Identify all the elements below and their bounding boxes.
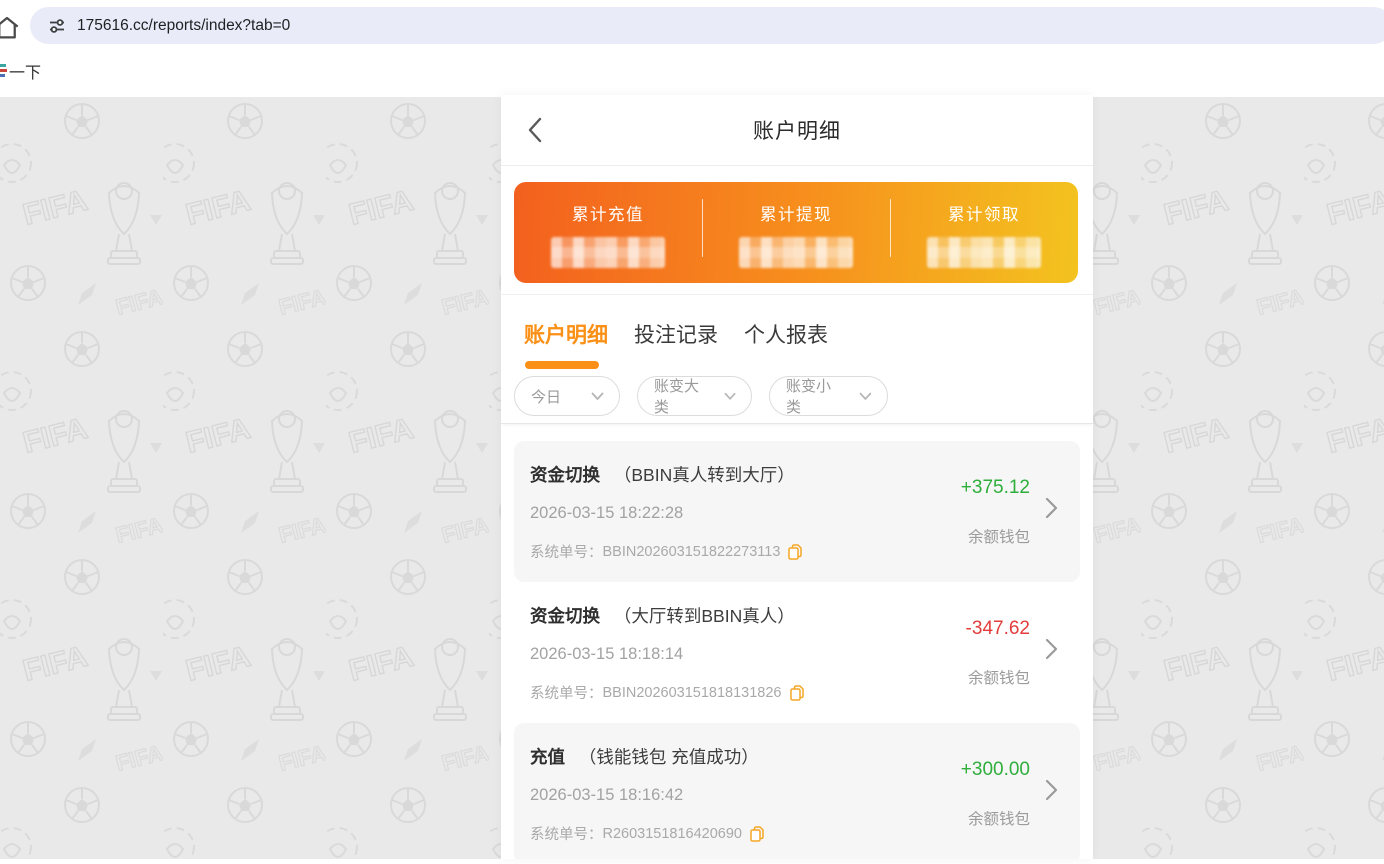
transaction-detail: （大厅转到BBIN真人） xyxy=(614,606,795,626)
stat-label: 累计领取 xyxy=(948,201,1020,225)
tabs-row: 账户明细 投注记录 个人报表 xyxy=(524,319,828,349)
copy-icon xyxy=(750,826,764,842)
chevron-down-icon xyxy=(859,392,872,401)
order-number: R2603151816420690 xyxy=(603,826,743,842)
order-number: BBIN202603151818131826 xyxy=(603,685,782,701)
transaction-title: 充值 （钱能钱包 充值成功） xyxy=(530,744,759,769)
filter-major-category-dropdown[interactable]: 账变大类 xyxy=(637,376,752,416)
transaction-type: 资金切换 xyxy=(530,465,600,485)
url-text[interactable]: 175616.cc/reports/index?tab=0 xyxy=(77,17,290,35)
transaction-row[interactable]: 充值 （钱能钱包 充值成功） 2026-03-15 18:16:42 系统单号：… xyxy=(514,723,1080,859)
transaction-wallet: 余额钱包 xyxy=(968,666,1030,688)
address-bar[interactable]: 175616.cc/reports/index?tab=0 xyxy=(30,7,1384,44)
transaction-title: 资金切换 （BBIN真人转到大厅） xyxy=(530,462,795,487)
totals-card: 累计充值 累计提现 累计领取 xyxy=(514,182,1078,283)
transaction-datetime: 2026-03-15 18:18:14 xyxy=(530,645,683,664)
chevron-right-icon xyxy=(1045,496,1058,520)
transaction-amount: +375.12 xyxy=(961,477,1030,499)
masked-value xyxy=(927,237,1041,268)
chevron-down-icon xyxy=(591,392,604,401)
order-label: 系统单号： xyxy=(530,682,603,703)
transaction-wallet: 余额钱包 xyxy=(968,807,1030,829)
copy-icon xyxy=(788,544,802,560)
filter-label: 账变小类 xyxy=(786,375,845,417)
stat-total-claim: 累计领取 xyxy=(890,182,1078,283)
stat-total-withdraw: 累计提现 xyxy=(702,182,890,283)
transaction-row[interactable]: 资金切换 （大厅转到BBIN真人） 2026-03-15 18:18:14 系统… xyxy=(514,582,1080,723)
copy-button[interactable] xyxy=(790,685,804,701)
chevron-right-icon xyxy=(1045,637,1058,661)
browser-chrome: 175616.cc/reports/index?tab=0 一下 xyxy=(0,0,1384,97)
site-settings-icon[interactable] xyxy=(47,16,67,36)
tab-bet-records[interactable]: 投注记录 xyxy=(634,319,718,349)
stat-total-deposit: 累计充值 xyxy=(514,182,702,283)
transaction-datetime: 2026-03-15 18:22:28 xyxy=(530,504,683,523)
order-label: 系统单号： xyxy=(530,823,603,844)
transaction-order-row: 系统单号： R2603151816420690 xyxy=(530,823,764,844)
filter-date-dropdown[interactable]: 今日 xyxy=(514,376,620,416)
transaction-detail: （BBIN真人转到大厅） xyxy=(614,465,795,485)
chevron-right-icon xyxy=(1045,778,1058,802)
tab-account-detail[interactable]: 账户明细 xyxy=(524,319,608,349)
transaction-type: 资金切换 xyxy=(530,606,600,626)
active-tab-underline xyxy=(525,361,599,369)
transaction-amount: -347.62 xyxy=(966,618,1030,640)
copy-button[interactable] xyxy=(750,826,764,842)
transaction-order-row: 系统单号： BBIN202603151818131826 xyxy=(530,682,804,703)
transaction-amount: +300.00 xyxy=(961,759,1030,781)
bookmark-label: 一下 xyxy=(9,59,41,83)
stat-label: 累计充值 xyxy=(572,201,644,225)
stat-label: 累计提现 xyxy=(760,201,832,225)
tabs-section: 账户明细 投注记录 个人报表 今日 账变大类 账变小类 xyxy=(501,295,1093,424)
transaction-type: 充值 xyxy=(530,747,565,767)
transaction-wallet: 余额钱包 xyxy=(968,525,1030,547)
page-title: 账户明细 xyxy=(501,95,1093,165)
page-header: 账户明细 xyxy=(501,95,1093,166)
copy-button[interactable] xyxy=(788,544,802,560)
home-icon[interactable] xyxy=(0,12,23,44)
transaction-datetime: 2026-03-15 18:16:42 xyxy=(530,786,683,805)
order-label: 系统单号： xyxy=(530,541,603,562)
transaction-row[interactable]: 资金切换 （BBIN真人转到大厅） 2026-03-15 18:22:28 系统… xyxy=(514,441,1080,582)
transaction-title: 资金切换 （大厅转到BBIN真人） xyxy=(530,603,795,628)
account-detail-panel: 账户明细 累计充值 累计提现 累计领取 账户明细 投注记录 个人报表 xyxy=(501,95,1093,859)
masked-value xyxy=(551,237,665,268)
masked-value xyxy=(739,237,853,268)
filters-row: 今日 账变大类 账变小类 xyxy=(514,376,888,416)
filter-minor-category-dropdown[interactable]: 账变小类 xyxy=(769,376,888,416)
copy-icon xyxy=(790,685,804,701)
stats-section: 累计充值 累计提现 累计领取 xyxy=(501,166,1093,295)
transaction-list: 资金切换 （BBIN真人转到大厅） 2026-03-15 18:22:28 系统… xyxy=(501,441,1093,859)
transaction-detail: （钱能钱包 充值成功） xyxy=(579,747,759,767)
tab-personal-report[interactable]: 个人报表 xyxy=(744,319,828,349)
order-number: BBIN202603151822273113 xyxy=(603,544,781,560)
chevron-down-icon xyxy=(724,392,736,401)
filter-label: 账变大类 xyxy=(654,375,710,417)
transaction-order-row: 系统单号： BBIN202603151822273113 xyxy=(530,541,802,562)
bookmark-item[interactable]: 一下 xyxy=(0,58,41,84)
filter-label: 今日 xyxy=(531,386,561,407)
bookmark-favicon xyxy=(0,64,7,79)
